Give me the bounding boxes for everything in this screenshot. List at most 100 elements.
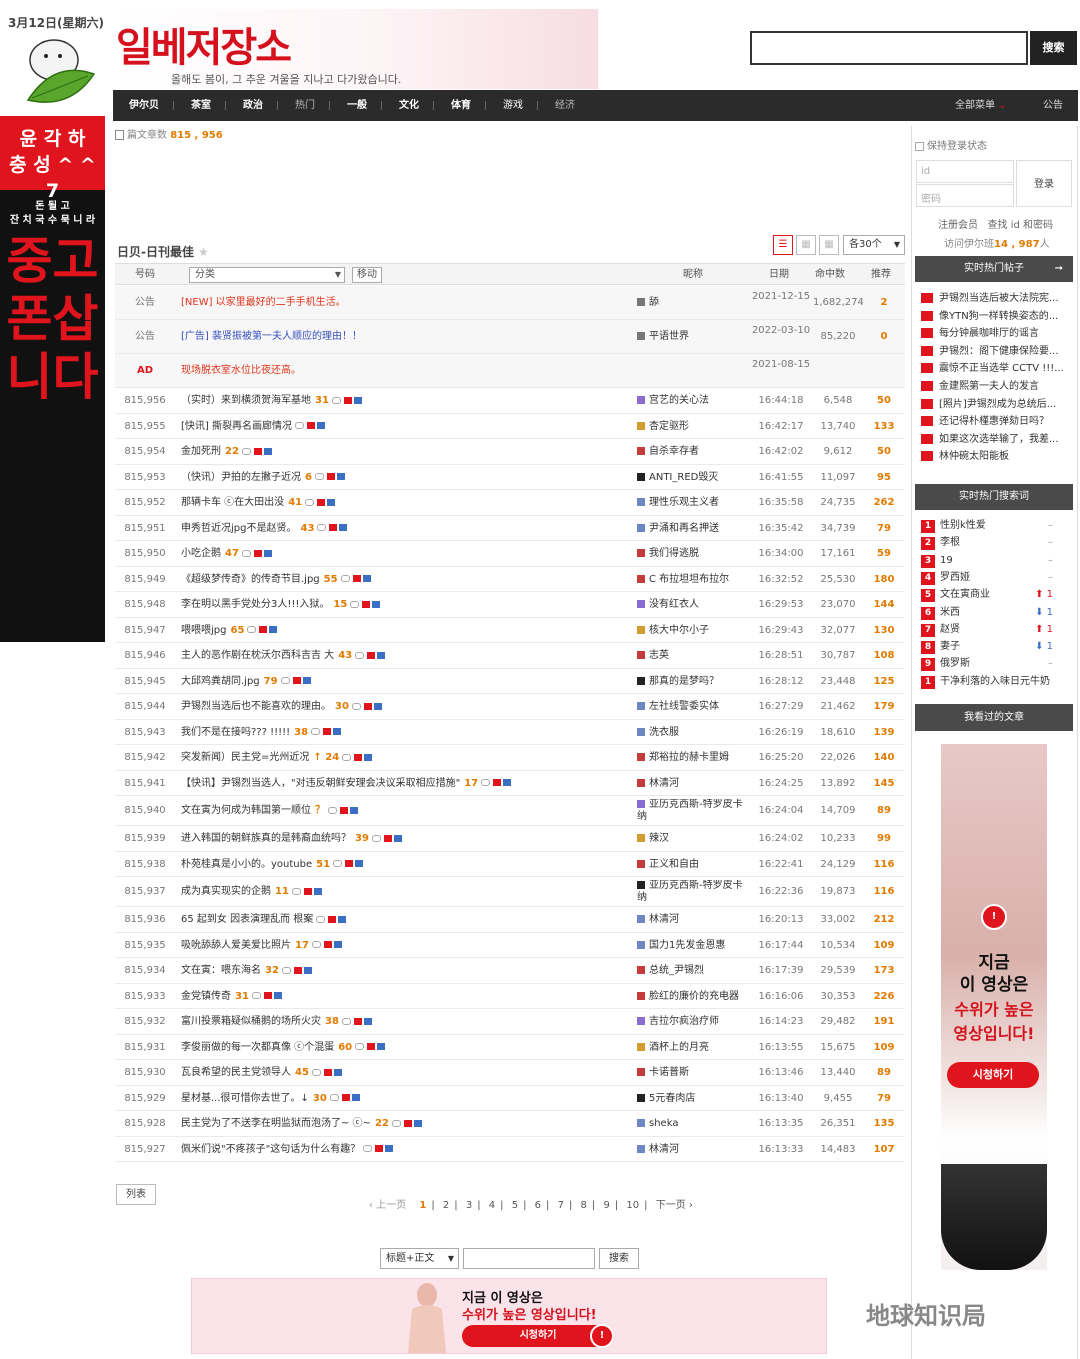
notice-row[interactable]: 公告 [广告] 裴贤振被第一夫人顺应的理由！！ 平语世界 2022-03-10 85,2… — [115, 320, 905, 354]
row-subject[interactable]: 李在明以黑手党处分3人!!!入狱。 15 — [181, 592, 631, 618]
row-nick[interactable]: 正义和自由 — [637, 852, 749, 878]
per-page-select[interactable]: 各30个 ▼ — [843, 235, 905, 255]
nav-item-politics[interactable]: 政治 — [243, 90, 263, 121]
all-menu-button[interactable]: 全部菜单 ⌄ — [955, 90, 1007, 121]
row-nick[interactable]: 郑裕拉的赫卡里姆 — [637, 745, 749, 771]
table-row[interactable]: 815,948 李在明以黑手党处分3人!!!入狱。 15 没有红衣人 16:29:53 2… — [115, 592, 905, 618]
row-nick[interactable]: sheka — [637, 1111, 749, 1137]
page-link-9[interactable]: 9 — [603, 1200, 609, 1211]
row-nick[interactable]: 杏定驱形 — [637, 414, 749, 440]
hot-post-item[interactable]: 像YTN狗一样转换姿态的... — [921, 310, 1071, 327]
row-nick[interactable]: 卡诺普斯 — [637, 1060, 749, 1086]
page-link-1[interactable]: 1 — [419, 1200, 426, 1211]
board-search-button[interactable]: 搜索 — [599, 1248, 639, 1269]
bottom-ad-banner[interactable]: 지금 이 영상은 수위가 높은 영상입니다! 시청하기 ! — [191, 1278, 827, 1354]
table-row[interactable]: 815,934 文在寅：喂东海名 32 总统_尹锡烈 16:17:39 29,539 173 — [115, 958, 905, 984]
nav-item-economy[interactable]: 经济 — [555, 90, 575, 121]
row-nick[interactable]: 尹涌和再名押送 — [637, 516, 749, 542]
table-row[interactable]: 815,933 金党镇传奇 31 脸红的廉价的充电器 16:16:06 30,353 226 — [115, 984, 905, 1010]
row-subject[interactable]: 佩米们说"不疼孩子"这句话为什么有趣？ — [181, 1137, 631, 1163]
row-subject[interactable]: 65 起到女 因表演理乱而 根案 — [181, 907, 631, 933]
page-link-6[interactable]: 6 — [535, 1200, 541, 1211]
table-row[interactable]: 815,935 吸吮舔舔人爱美爱比照片 17 国力1先发金恩惠 16:17:44 10,5… — [115, 933, 905, 959]
row-nick[interactable]: ANTI_RED毁灭 — [637, 465, 749, 491]
notice-row[interactable]: 公告 [NEW] 以家里最好的二手手机生活。 舔 2021-12-15 1,682,27… — [115, 286, 905, 320]
row-subject[interactable]: 金加死刑 22 — [181, 439, 631, 465]
table-row[interactable]: 815,939 进入韩国的朝鲜族真的是韩裔血统吗？ 39 辣汉 16:24:02 10,2… — [115, 826, 905, 852]
row-subject[interactable]: 李俊丽做的每一次都真像 ⓒ个混蛋 60 — [181, 1035, 631, 1061]
hot-keyword-item[interactable]: 6 米西 ⬇ 1 — [921, 605, 1071, 622]
page-link-8[interactable]: 8 — [581, 1200, 587, 1211]
row-nick[interactable]: 我们得逃脱 — [637, 541, 749, 567]
row-nick[interactable]: 自杀幸存者 — [637, 439, 749, 465]
table-row[interactable]: 815,951 申秀哲近况jpg不是赵贤。 43 尹涌和再名押送 16:35:42 34,… — [115, 516, 905, 542]
hot-post-item[interactable]: [照片]尹锡烈成为总统后... — [921, 398, 1071, 415]
table-row[interactable]: 815,936 65 起到女 因表演理乱而 根案 林清河 16:20:13 33,002… — [115, 907, 905, 933]
register-link[interactable]: 注册会员 — [938, 220, 978, 231]
hot-keyword-item[interactable]: 7 赵贤 ⬆ 1 — [921, 622, 1071, 639]
row-subject[interactable]: 富川投票箱疑似桶鹅的场所火灾 38 — [181, 1009, 631, 1035]
table-row[interactable]: 815,946 主人的恶作剧在枕沃尔西科吉吉 大 43 志英 16:28:51 30,78… — [115, 643, 905, 669]
table-row[interactable]: 815,954 金加死刑 22 自杀幸存者 16:42:02 9,612 50 — [115, 439, 905, 465]
table-row[interactable]: 815,940 文在寅为何成为韩国第一顺位 ？ 亚历克西斯-特罗皮卡纳 16:24:04… — [115, 796, 905, 826]
row-nick[interactable]: 那真的是梦吗？ — [637, 669, 749, 695]
row-nick[interactable]: 亚历克西斯-特罗皮卡纳 — [637, 880, 749, 904]
row-nick[interactable]: 林清河 — [637, 771, 749, 797]
hot-keyword-item[interactable]: 4 罗西娅 – — [921, 570, 1071, 587]
table-row[interactable]: 815,932 富川投票箱疑似桶鹅的场所火灾 38 吉拉尔疯治疗师 16:14:23 29… — [115, 1009, 905, 1035]
table-row[interactable]: 815,953 （快讯）尹拍的左撇子近况 6 ANTI_RED毁灭 16:41:55 11… — [115, 465, 905, 491]
table-row[interactable]: 815,931 李俊丽做的每一次都真像 ⓒ个混蛋 60 酒杯上的月亮 16:13:55 1… — [115, 1035, 905, 1061]
hot-keyword-item[interactable]: 1 性别k性爱 – — [921, 518, 1071, 535]
arrow-right-icon[interactable]: ➞ — [1055, 256, 1063, 282]
search-input[interactable] — [750, 31, 1028, 65]
row-nick[interactable]: 吉拉尔疯治疗师 — [637, 1009, 749, 1035]
table-row[interactable]: 815,930 瓦良希望的民主党领导人 45 卡诺普斯 16:13:46 13,440 89 — [115, 1060, 905, 1086]
hot-keyword-item[interactable]: 3 19 – — [921, 553, 1071, 570]
table-row[interactable]: 815,928 民主党为了不送李在明监狱而泡汤了~ ⓒ~ 22 sheka 16:13:… — [115, 1111, 905, 1137]
nav-item-ilbe[interactable]: 伊尔贝 — [129, 90, 159, 121]
hot-keyword-item[interactable]: 1 干净利落的入味日元牛奶 — [921, 674, 1071, 691]
row-subject[interactable]: 【快讯】尹锡烈当选人，"对违反朝鲜安理会决议采取相应措施" 17 — [181, 771, 631, 797]
password-input[interactable]: 密码 — [916, 184, 1014, 207]
row-subject[interactable]: 金党镇传奇 31 — [181, 984, 631, 1010]
row-nick[interactable]: 志英 — [637, 643, 749, 669]
row-subject[interactable]: 小吃企鹅 47 — [181, 541, 631, 567]
row-nick[interactable]: 宫艺的关心法 — [637, 388, 749, 414]
table-row[interactable]: 815,955 [快讯] 撕裂再名画廊情况 杏定驱形 16:42:17 13,740 13… — [115, 414, 905, 440]
gallery-view-icon[interactable]: ▦ — [819, 235, 839, 255]
page-link-2[interactable]: 2 — [443, 1200, 449, 1211]
card-view-icon[interactable]: ▦ — [796, 235, 816, 255]
hot-post-item[interactable]: 如果这次选举输了，我差... — [921, 433, 1071, 450]
move-button[interactable]: 移动 — [352, 267, 382, 283]
hot-keyword-item[interactable]: 2 李根 – — [921, 535, 1071, 552]
hot-post-item[interactable]: 林仲碗太阳能板 — [921, 450, 1071, 467]
hot-post-item[interactable]: 还记得朴槿惠弹劾日吗？ — [921, 415, 1071, 432]
search-button[interactable]: 搜索 — [1030, 31, 1077, 65]
row-subject[interactable]: 民主党为了不送李在明监狱而泡汤了~ ⓒ~ 22 — [181, 1111, 631, 1137]
row-subject[interactable]: 文在寅为何成为韩国第一顺位 ？ — [181, 796, 631, 826]
table-row[interactable]: 815,942 突发新闻）民主党=光州近况 ↑ 24 郑裕拉的赫卡里姆 16:25:20… — [115, 745, 905, 771]
login-button[interactable]: 登录 — [1016, 160, 1072, 207]
hot-post-item[interactable]: 尹锡烈当选后被大法院宪... — [921, 292, 1071, 309]
row-nick[interactable]: 亚历克西斯-特罗皮卡纳 — [637, 799, 749, 823]
prev-page-link[interactable]: ‹ 上一页 — [369, 1200, 406, 1211]
table-row[interactable]: 815,943 我们不是在接吗??? !!!!! 38 洗衣服 16:26:19 18,6… — [115, 720, 905, 746]
row-nick[interactable]: 总统_尹锡烈 — [637, 958, 749, 984]
row-nick[interactable]: 理性乐观主义者 — [637, 490, 749, 516]
hot-post-item[interactable]: 每分钟晨咖啡厅的谣言 — [921, 327, 1071, 344]
row-nick[interactable]: 脸红的廉价的充电器 — [637, 984, 749, 1010]
table-row[interactable]: 815,927 佩米们说"不疼孩子"这句话为什么有趣？ 林清河 16:13:33 14,… — [115, 1137, 905, 1163]
table-row[interactable]: 815,937 成为真实现实的企鹅 11 亚历克西斯-特罗皮卡纳 16:22:36 19,… — [115, 877, 905, 907]
hot-keyword-item[interactable]: 5 文在寅商业 ⬆ 1 — [921, 587, 1071, 604]
star-icon[interactable]: ★ — [198, 245, 209, 259]
table-row[interactable]: 815,941 【快讯】尹锡烈当选人，"对违反朝鲜安理会决议采取相应措施" 17 林清… — [115, 771, 905, 797]
side-ad-watch-button[interactable]: 시청하기 — [947, 1062, 1039, 1088]
hot-post-item[interactable]: 金建熙第一夫人的发言 — [921, 380, 1071, 397]
row-subject[interactable]: 《超级梦传奇》的传奇节目.jpg 55 — [181, 567, 631, 593]
row-subject[interactable]: 吸吮舔舔人爱美爱比照片 17 — [181, 933, 631, 959]
keep-login-checkbox[interactable]: 保持登录状态 — [915, 137, 987, 152]
page-link-5[interactable]: 5 — [512, 1200, 518, 1211]
notice-link[interactable]: 公告 — [1043, 90, 1063, 121]
left-ad-banner[interactable]: 윤 각 하충 성 ^ ^ 7 돈 될 고잔 치 국 수 묵 니 라 중고폰삽니다 — [0, 116, 105, 642]
row-subject[interactable]: 我们不是在接吗??? !!!!! 38 — [181, 720, 631, 746]
